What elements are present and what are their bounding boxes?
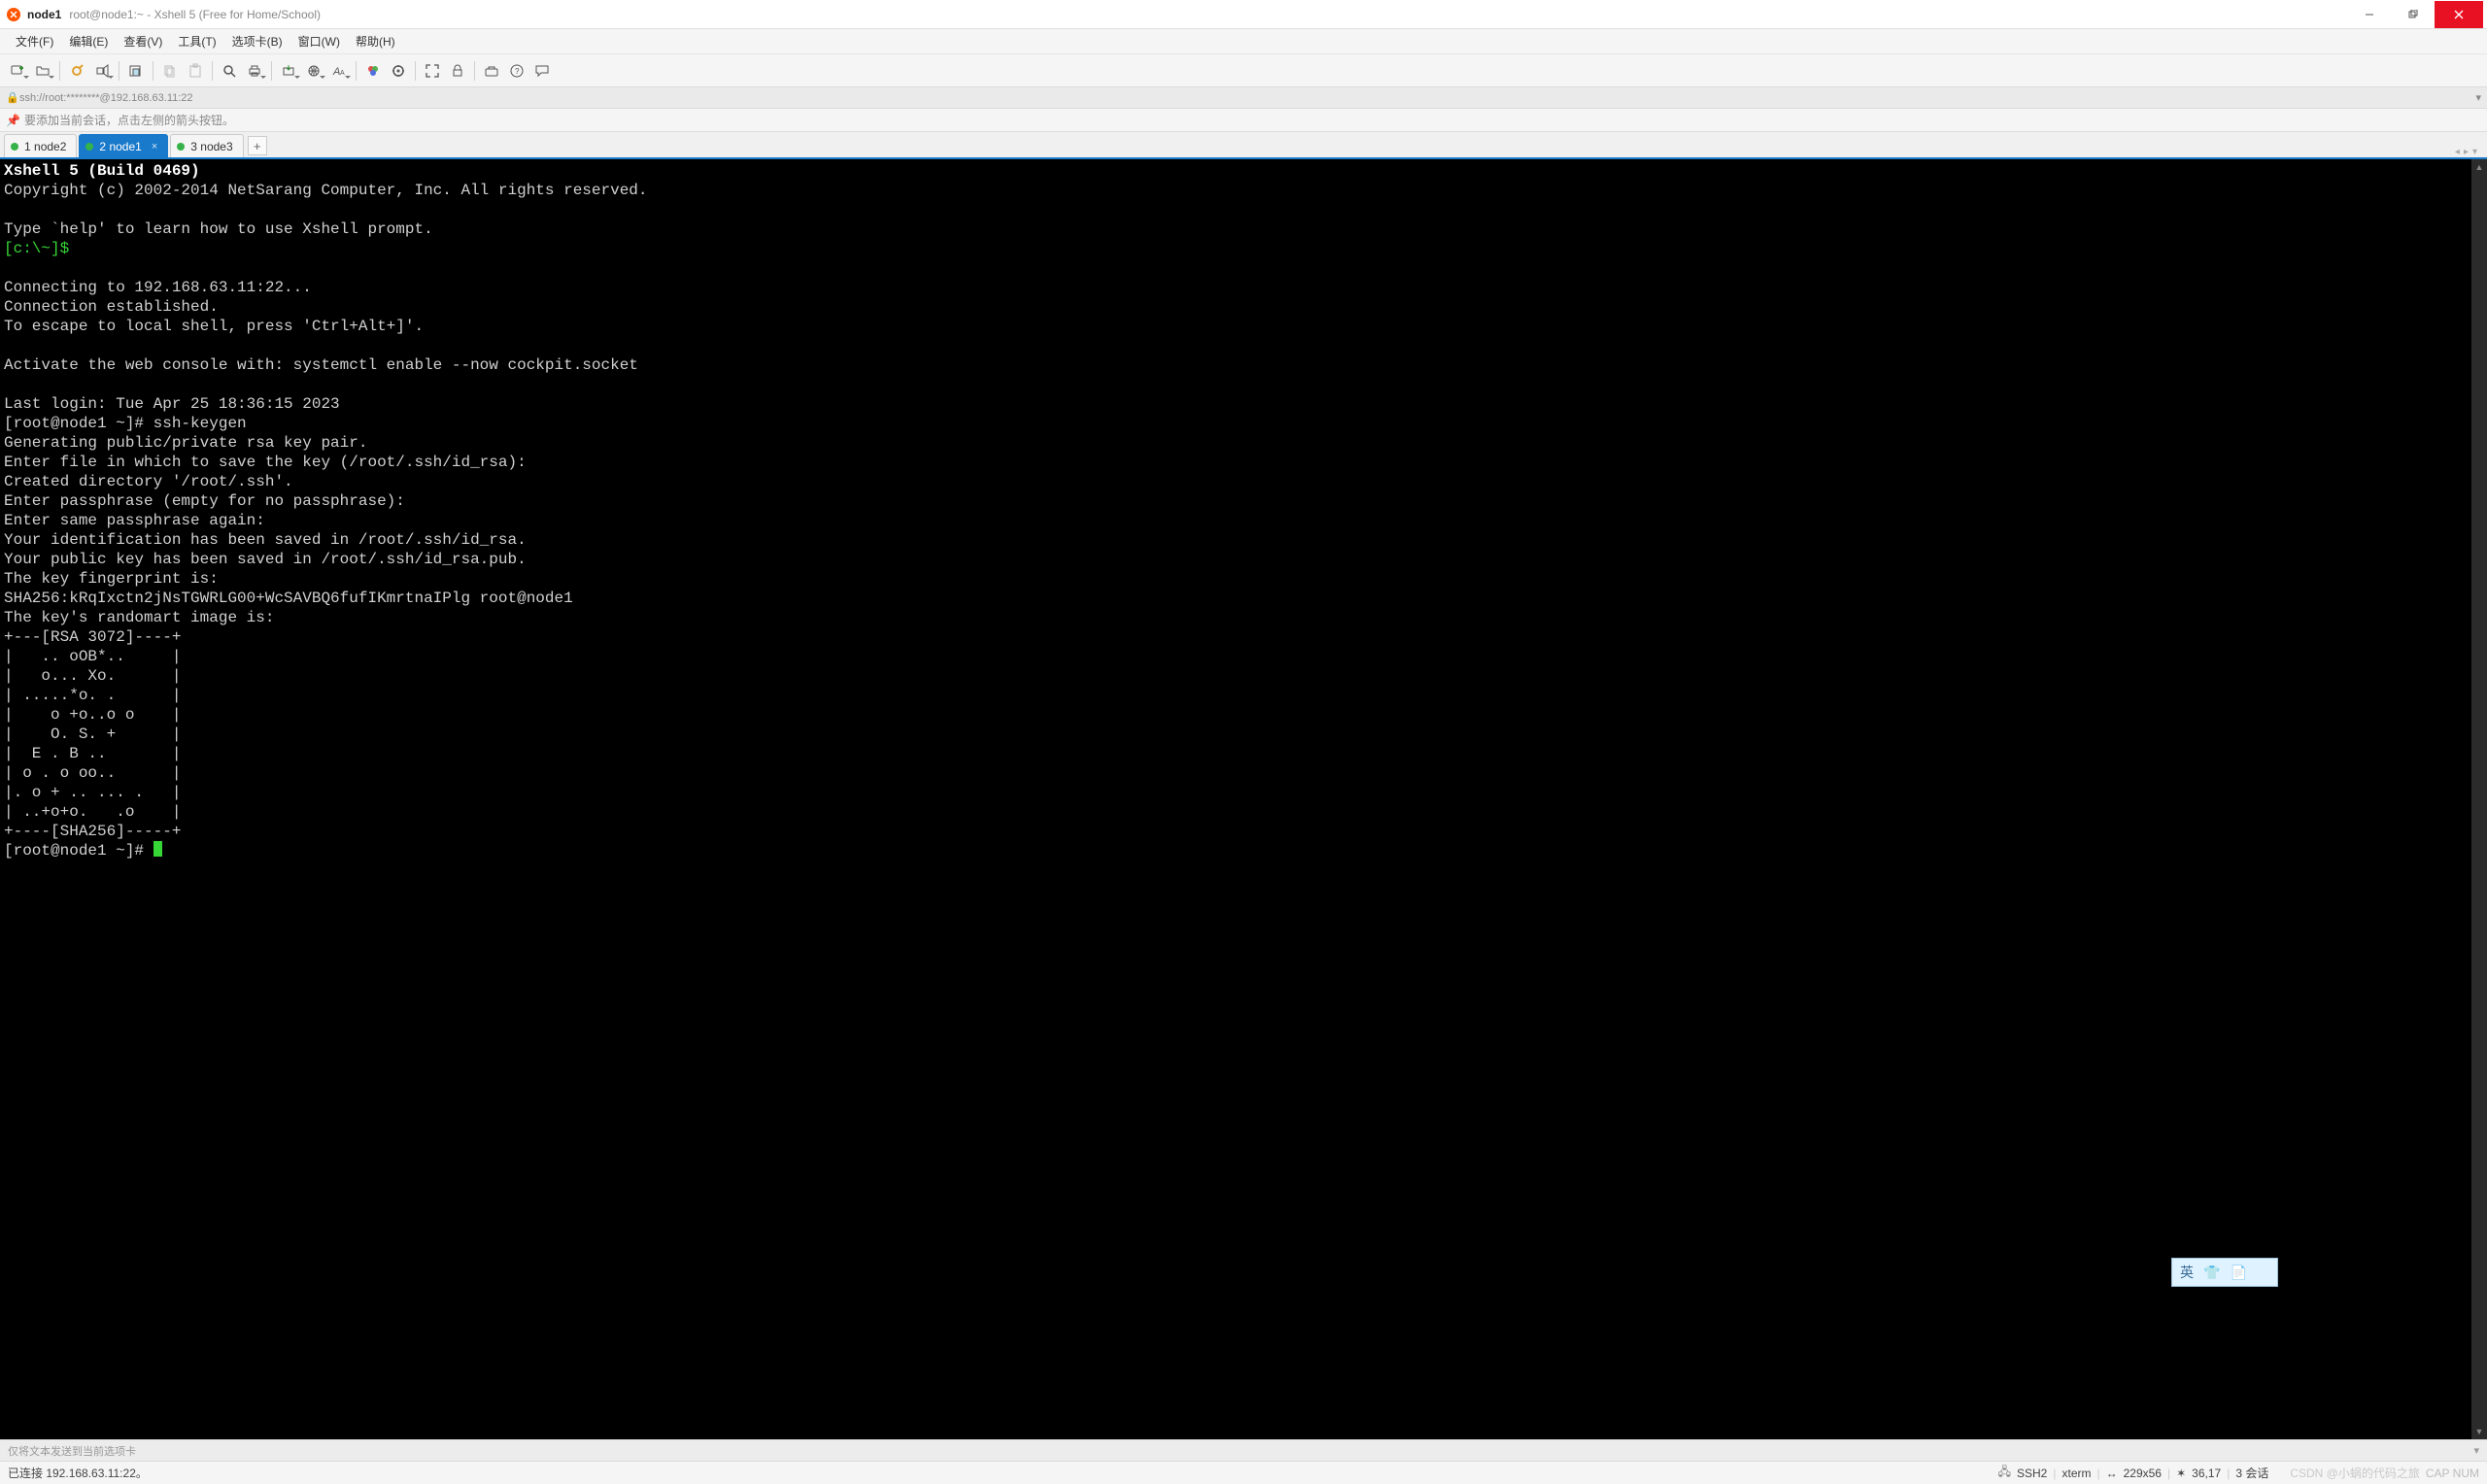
menu-bar: 文件(F) 编辑(E) 查看(V) 工具(T) 选项卡(B) 窗口(W) 帮助(… [0,29,2487,54]
tab-label: node1 [109,140,141,153]
ime-lang[interactable]: 英 [2180,1263,2194,1282]
svg-text:A: A [340,70,345,77]
status-bar: 已连接 192.168.63.11:22。 🖧 SSH2 | xterm | ↔… [0,1461,2487,1484]
ime-shirt-icon[interactable]: 👕 [2203,1265,2220,1281]
reconnect-button[interactable] [65,59,88,83]
lock-icon: 🔒 [6,91,16,104]
lock-button[interactable] [446,59,469,83]
scroll-up-icon[interactable]: ▲ [2471,159,2487,175]
tab-index: 1 [24,140,31,153]
cursor-icon: ✶ [2176,1467,2186,1480]
send-input-bar[interactable]: 仅将文本发送到当前选项卡 ▾ [0,1439,2487,1461]
size-icon: ↔ [2106,1467,2118,1480]
toolbox-button[interactable] [480,59,503,83]
tab-index: 2 [99,140,106,153]
scroll-track[interactable] [2471,175,2487,1424]
chat-button[interactable] [530,59,554,83]
toolbar: AA ? [0,54,2487,87]
tab-bar: 1 node2 2 node1 × 3 node3 + ◂ ▸ ▾ [0,132,2487,159]
toolbar-separator [474,61,475,81]
status-sessions: 3 会话 [2235,1465,2268,1481]
terminal-scrollbar[interactable]: ▲ ▼ [2471,159,2487,1439]
session-manager-button[interactable] [387,59,410,83]
tab-node1[interactable]: 2 node1 × [79,134,168,157]
tab-close-icon[interactable]: × [152,141,157,152]
scroll-down-icon[interactable]: ▼ [2471,1424,2487,1439]
menu-view[interactable]: 查看(V) [116,29,170,53]
transfer-button[interactable] [277,59,300,83]
ime-panel[interactable]: 英 👕 📄 [2171,1258,2278,1287]
ime-note-icon[interactable]: 📄 [2230,1265,2246,1281]
tab-node2[interactable]: 1 node2 [4,134,77,157]
title-bar: node1 root@node1:~ - Xshell 5 (Free for … [0,0,2487,29]
disconnect-button[interactable] [90,59,114,83]
font-button[interactable]: AA [327,59,351,83]
address-bar[interactable]: 🔒 ssh://root:********@192.168.63.11:22 ▾ [0,87,2487,109]
toolbar-separator [271,61,272,81]
paste-button[interactable] [184,59,207,83]
hints-bar: 📌 要添加当前会话，点击左侧的箭头按钮。 [0,109,2487,132]
toolbar-separator [59,61,60,81]
status-cursor: 36,17 [2192,1467,2221,1480]
tab-label: node2 [34,140,66,153]
properties-button[interactable] [124,59,148,83]
ssh-icon: 🖧 [1998,1463,2011,1483]
menu-window[interactable]: 窗口(W) [290,29,348,53]
address-text: ssh://root:********@192.168.63.11:22 [19,92,193,104]
status-dot-icon [177,143,185,151]
status-ssh: SSH2 [2017,1467,2047,1480]
hint-text: 要添加当前会话，点击左侧的箭头按钮。 [24,112,234,128]
tab-node3[interactable]: 3 node3 [170,134,243,157]
send-dropdown-icon[interactable]: ▾ [2473,1444,2479,1457]
terminal[interactable]: Xshell 5 (Build 0469) Copyright (c) 2002… [0,159,2471,1439]
status-connected: 已连接 192.168.63.11:22。 [8,1465,148,1481]
minimize-button[interactable] [2347,1,2391,28]
new-session-button[interactable] [6,59,29,83]
add-tab-button[interactable]: + [248,136,267,155]
watermark: CSDN @小蜗的代码之旅 [2290,1465,2420,1481]
menu-file[interactable]: 文件(F) [8,29,61,53]
pin-icon[interactable]: 📌 [6,114,20,127]
fullscreen-button[interactable] [421,59,444,83]
send-placeholder: 仅将文本发送到当前选项卡 [8,1443,136,1459]
app-icon [6,7,21,22]
toolbar-separator [356,61,357,81]
menu-tools[interactable]: 工具(T) [170,29,223,53]
menu-tabs[interactable]: 选项卡(B) [224,29,290,53]
next-tab-icon[interactable]: ▸ [2464,147,2469,157]
tab-index: 3 [190,140,197,153]
status-dot-icon [85,143,93,151]
status-capnum: CAP NUM [2426,1467,2479,1480]
find-button[interactable] [218,59,241,83]
tab-label: node3 [200,140,232,153]
menu-edit[interactable]: 编辑(E) [61,29,116,53]
toolbar-separator [212,61,213,81]
maximize-button[interactable] [2391,1,2435,28]
toolbar-separator [415,61,416,81]
terminal-cursor [153,841,162,857]
open-session-button[interactable] [31,59,54,83]
tab-menu-icon[interactable]: ▾ [2472,147,2477,157]
prev-tab-icon[interactable]: ◂ [2455,147,2460,157]
copy-button[interactable] [158,59,182,83]
help-button[interactable]: ? [505,59,528,83]
status-term: xterm [2061,1467,2091,1480]
terminal-area: Xshell 5 (Build 0469) Copyright (c) 2002… [0,159,2487,1439]
menu-help[interactable]: 帮助(H) [348,29,403,53]
print-button[interactable] [243,59,266,83]
language-button[interactable] [302,59,325,83]
status-dot-icon [11,143,18,151]
color-scheme-button[interactable] [361,59,385,83]
address-dropdown-icon[interactable]: ▾ [2475,91,2481,104]
title-session: node1 [27,8,61,21]
title-rest: root@node1:~ - Xshell 5 (Free for Home/S… [69,8,321,21]
svg-text:?: ? [515,67,520,76]
close-button[interactable] [2435,1,2483,28]
status-size: 229x56 [2124,1467,2162,1480]
